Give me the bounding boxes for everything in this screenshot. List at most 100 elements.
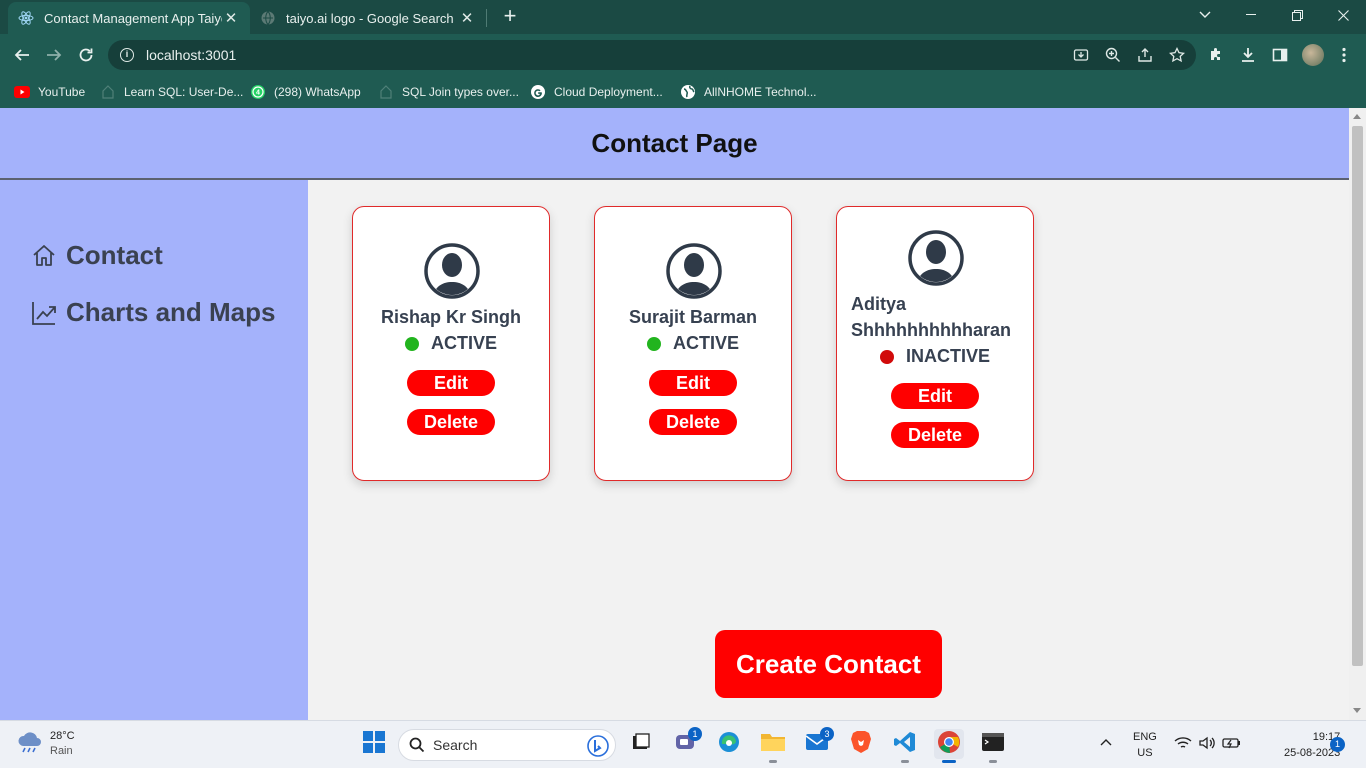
edit-button[interactable]: Edit — [407, 370, 495, 396]
contact-name-line: Aditya — [851, 294, 907, 314]
user-avatar-icon — [424, 243, 480, 299]
back-icon[interactable] — [9, 42, 35, 68]
bookmark-allnhome[interactable]: AllNHOME Technol... — [680, 83, 816, 101]
contact-name: Aditya Shhhhhhhhhharan — [837, 291, 1033, 343]
bookmark-icon — [378, 84, 394, 100]
tab-contact-management[interactable]: Contact Management App Taiyo ✕ — [8, 2, 250, 34]
edit-button[interactable]: Edit — [891, 383, 979, 409]
profile-avatar[interactable] — [1302, 44, 1324, 66]
site-info-icon[interactable]: i — [120, 48, 134, 62]
delete-button[interactable]: Delete — [891, 422, 979, 448]
vscode-button[interactable] — [890, 729, 920, 763]
edit-button[interactable]: Edit — [649, 370, 737, 396]
contact-card: Surajit Barman ACTIVE Edit Delete — [594, 206, 792, 481]
new-tab-icon[interactable]: + — [498, 5, 522, 29]
page-title: Contact Page — [591, 127, 758, 158]
share-icon[interactable] — [1136, 46, 1154, 64]
teams-chat-button[interactable]: 1 — [670, 727, 702, 759]
status-badge: ACTIVE — [353, 333, 549, 354]
contact-card: Rishap Kr Singh ACTIVE Edit Delete — [352, 206, 550, 481]
notification-badge: 3 — [820, 727, 834, 741]
weather-widget[interactable]: 28°C Rain — [16, 729, 75, 759]
task-view-icon — [630, 731, 652, 758]
terminal-button[interactable] — [978, 729, 1008, 763]
task-view-button[interactable] — [626, 729, 656, 759]
bookmark-icon — [100, 84, 116, 100]
chart-line-icon — [30, 299, 58, 327]
bookmark-sql-join[interactable]: SQL Join types over... — [378, 83, 519, 101]
status-text: ACTIVE — [672, 333, 739, 353]
create-contact-button[interactable]: Create Contact — [715, 630, 942, 698]
page-scrollbar[interactable] — [1349, 108, 1366, 720]
notification-badge: 1 — [688, 727, 702, 741]
status-active-icon — [404, 336, 419, 351]
close-window-icon[interactable] — [1320, 0, 1366, 30]
status-badge: INACTIVE — [837, 346, 1033, 367]
bookmark-label: Cloud Deployment... — [554, 85, 663, 99]
region-text: US — [1137, 747, 1153, 759]
tab-title: taiyo.ai logo - Google Search — [286, 10, 454, 26]
notification-center-badge[interactable]: 1 — [1330, 737, 1345, 752]
edge-button[interactable] — [714, 729, 744, 759]
bookmark-cloud-deployment[interactable]: Cloud Deployment... — [530, 83, 663, 101]
start-button[interactable] — [359, 729, 389, 759]
delete-button[interactable]: Delete — [649, 409, 737, 435]
address-bar[interactable]: i localhost:3001 — [108, 40, 1196, 70]
bookmark-whatsapp[interactable]: 4 (298) WhatsApp — [250, 83, 361, 101]
brave-button[interactable] — [846, 729, 876, 759]
contact-card: Aditya Shhhhhhhhhharan INACTIVE Edit Del… — [836, 206, 1034, 481]
bookmark-youtube[interactable]: YouTube — [14, 83, 85, 101]
globe-icon — [260, 10, 276, 26]
folder-icon — [760, 731, 786, 758]
side-panel-icon[interactable] — [1271, 46, 1289, 64]
windows-taskbar: 28°C Rain Search 1 3 ENG US 19:17 25-08-… — [0, 720, 1366, 768]
mail-button[interactable]: 3 — [802, 727, 834, 759]
app-active-indicator — [942, 760, 956, 763]
youtube-icon — [14, 84, 30, 100]
terminal-icon — [981, 732, 1005, 757]
extensions-icon[interactable] — [1207, 46, 1225, 64]
minimize-icon[interactable] — [1228, 0, 1274, 30]
svg-text:4: 4 — [256, 90, 260, 97]
tab-google-search[interactable]: taiyo.ai logo - Google Search ✕ — [250, 2, 486, 34]
sidebar-item-label: Contact — [66, 240, 163, 270]
contact-name-line: Shhhhhhhhhharan — [851, 320, 1011, 340]
vscode-icon — [893, 730, 917, 759]
scroll-down-icon[interactable] — [1353, 708, 1361, 713]
chrome-button[interactable] — [934, 729, 964, 763]
downloads-icon[interactable] — [1239, 46, 1257, 64]
close-tab-icon[interactable]: ✕ — [458, 9, 476, 27]
wifi-icon[interactable] — [1174, 736, 1192, 755]
scroll-up-icon[interactable] — [1353, 114, 1361, 119]
forward-icon[interactable] — [41, 42, 67, 68]
menu-dots-icon[interactable] — [1335, 46, 1353, 64]
status-text: ACTIVE — [430, 333, 497, 353]
app-running-indicator — [901, 760, 909, 763]
zoom-icon[interactable] — [1104, 46, 1122, 64]
weather-text: Rain — [50, 745, 73, 757]
scrollbar-thumb[interactable] — [1352, 126, 1363, 666]
reload-icon[interactable] — [73, 42, 99, 68]
bookmark-star-icon[interactable] — [1168, 46, 1186, 64]
brave-lion-icon — [850, 730, 872, 759]
tab-search-icon[interactable] — [1182, 0, 1228, 30]
search-icon — [409, 737, 425, 753]
close-tab-icon[interactable]: ✕ — [222, 9, 240, 27]
battery-icon[interactable] — [1222, 736, 1242, 755]
user-avatar-icon — [666, 243, 722, 299]
home-icon — [30, 242, 58, 270]
show-hidden-icons-icon[interactable] — [1100, 735, 1112, 751]
delete-button[interactable]: Delete — [407, 409, 495, 435]
bookmark-learn-sql[interactable]: Learn SQL: User-De... — [100, 83, 243, 101]
sidebar-item-contact[interactable]: Contact — [30, 240, 163, 271]
sidebar-item-charts-and-maps[interactable]: Charts and Maps — [30, 297, 276, 328]
browser-tab-strip: Contact Management App Taiyo ✕ taiyo.ai … — [0, 0, 1366, 34]
install-app-icon[interactable] — [1072, 46, 1090, 64]
language-indicator[interactable]: ENG US — [1133, 729, 1157, 761]
restore-icon[interactable] — [1274, 0, 1320, 30]
file-explorer-button[interactable] — [758, 729, 788, 763]
taskbar-search-input[interactable]: Search — [398, 729, 616, 761]
sidebar: Contact Charts and Maps — [0, 180, 308, 720]
volume-icon[interactable] — [1198, 736, 1216, 755]
rain-cloud-icon — [16, 730, 44, 759]
